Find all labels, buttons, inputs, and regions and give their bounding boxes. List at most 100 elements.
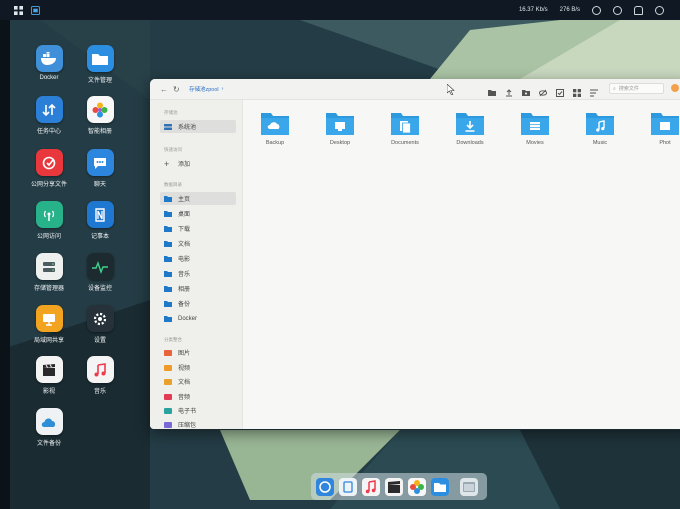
file-manager-icon[interactable] xyxy=(431,478,449,496)
sidebar-section-categories: 分类整合 xyxy=(164,337,182,342)
sidebar-item-audio[interactable]: 音频 xyxy=(160,390,236,403)
desktop-icon-label: 设置 xyxy=(93,338,106,344)
sidebar-item-label: 图片 xyxy=(178,351,191,357)
desktop-icon-label: 公网访问 xyxy=(36,234,61,240)
grid-view-icon[interactable] xyxy=(573,84,581,97)
grid-icon[interactable] xyxy=(14,5,23,15)
cloud-upload-icon xyxy=(261,113,289,135)
sidebar-item-label: 电影 xyxy=(178,257,191,263)
back-arrow-icon[interactable]: ← xyxy=(160,85,168,94)
breadcrumb-item-zpool[interactable]: 存储池zpool xyxy=(189,85,219,93)
top-bar: 16.37 Kb/s 276 B/s xyxy=(0,0,680,20)
sidebar-item-photos[interactable]: 相册 xyxy=(160,282,236,295)
folder-share-icon[interactable] xyxy=(522,84,530,96)
desktop-icon-label: 文件备份 xyxy=(36,441,61,447)
desktop-icon-file-manager[interactable]: 文件管理 xyxy=(75,45,125,84)
refresh-icon[interactable]: ↻ xyxy=(173,85,180,94)
desktop-icon-public-share[interactable]: 公网分享文件 xyxy=(24,149,74,188)
sidebar-item-movies[interactable]: 电影 xyxy=(160,252,236,265)
new-folder-icon[interactable] xyxy=(488,84,496,96)
desktop-icon-label: Docker xyxy=(39,75,59,81)
desktop-icon-device-monitor[interactable]: 设备监控 xyxy=(75,253,125,292)
sort-icon[interactable] xyxy=(590,84,598,97)
desktop-icon-storage-manager[interactable]: 存储管理器 xyxy=(24,253,74,292)
folder-icon xyxy=(164,195,172,202)
music-icon[interactable] xyxy=(362,478,380,496)
desktop-icon-video[interactable]: 影视 xyxy=(24,356,74,395)
settings-icon[interactable] xyxy=(613,5,622,15)
search-input[interactable]: ⌕ 搜索文件 xyxy=(609,83,664,94)
folder-item-photos[interactable]: Phot xyxy=(637,110,680,146)
sidebar-item-archives[interactable]: 压缩包 xyxy=(160,418,236,429)
bell-icon[interactable] xyxy=(634,5,643,15)
window-toolbar: ← ↻ 存储池zpool › ⌕ 搜索文件 xyxy=(150,79,680,100)
network-download-speed: 16.37 Kb/s xyxy=(518,7,548,13)
folder-name: Documents xyxy=(391,140,419,146)
desktop-icon-notes[interactable]: 记事本 xyxy=(75,201,125,240)
search-placeholder: 搜索文件 xyxy=(618,86,639,92)
sidebar-section-storage: 存储池 xyxy=(164,110,178,115)
share-link-icon xyxy=(35,149,63,176)
desktop-icon-docker[interactable]: Docker xyxy=(24,45,74,81)
sidebar-item-system-pool[interactable]: 系统池 xyxy=(160,120,236,133)
dock xyxy=(311,473,487,500)
clock-icon[interactable] xyxy=(592,5,601,15)
sidebar-item-backup[interactable]: 备份 xyxy=(160,297,236,310)
app-window-icon[interactable] xyxy=(31,5,40,15)
folder-icon xyxy=(164,255,172,262)
breadcrumb: 存储池zpool › xyxy=(189,84,224,94)
window-switcher-icon[interactable] xyxy=(460,478,478,496)
upload-icon[interactable] xyxy=(505,84,513,97)
user-icon[interactable] xyxy=(655,5,664,15)
document-icon xyxy=(164,378,172,385)
select-all-icon[interactable] xyxy=(556,84,564,97)
desktop-icon-smart-album[interactable]: 智能相册 xyxy=(75,96,125,135)
video-icon[interactable] xyxy=(385,478,403,496)
sidebar-section-quick-access: 快速访问 xyxy=(164,147,182,152)
folder-icon xyxy=(164,225,172,232)
desktop-icon-settings[interactable]: 设置 xyxy=(75,305,125,344)
desktop-icon-task-center[interactable]: 任务中心 xyxy=(24,96,74,135)
desktop-icon-label: 音乐 xyxy=(93,389,106,395)
app-store-icon[interactable] xyxy=(316,478,334,496)
photo-flower-icon xyxy=(86,96,114,123)
folder-item-documents[interactable]: Documents xyxy=(377,110,433,146)
folder-item-backup[interactable]: Backup xyxy=(247,110,303,146)
folder-item-downloads[interactable]: Downloads xyxy=(442,110,498,146)
desktop-icon-public-access[interactable]: 公网访问 xyxy=(24,201,74,240)
music-note-icon xyxy=(86,356,114,383)
sidebar-item-desktop[interactable]: 桌面 xyxy=(160,207,236,220)
desktop-icon-label: 影视 xyxy=(42,389,55,395)
network-upload-speed: 276 B/s xyxy=(559,7,580,13)
task-icon[interactable] xyxy=(339,478,357,496)
archive-icon xyxy=(164,421,172,428)
lan-monitor-icon xyxy=(35,305,63,332)
window-close-dot[interactable] xyxy=(671,84,679,92)
hidden-files-icon[interactable] xyxy=(538,84,548,97)
desktop-icon-lan-share[interactable]: 局域网共享 xyxy=(24,305,74,344)
sidebar-item-music[interactable]: 音乐 xyxy=(160,267,236,280)
sidebar-item-label: 音频 xyxy=(178,395,191,401)
desktop-icon-file-backup[interactable]: 文件备份 xyxy=(24,408,74,447)
sidebar: 存储池 系统池 快速访问 + 添加 数据目录 主页 桌面 下载 文档 电影 音乐… xyxy=(150,100,243,429)
photos-icon[interactable] xyxy=(408,478,426,496)
sidebar-item-videos[interactable]: 视频 xyxy=(160,361,236,374)
sidebar-item-docs[interactable]: 文档 xyxy=(160,375,236,388)
desktop-icon-music[interactable]: 音乐 xyxy=(75,356,125,395)
sidebar-item-images[interactable]: 图片 xyxy=(160,346,236,359)
sidebar-item-add[interactable]: + 添加 xyxy=(160,157,236,170)
sidebar-item-label: 系统池 xyxy=(178,125,197,131)
sidebar-item-label: 添加 xyxy=(178,162,191,168)
sidebar-item-ebooks[interactable]: 电子书 xyxy=(160,404,236,417)
notebook-icon xyxy=(86,201,114,228)
sidebar-item-docker[interactable]: Docker xyxy=(160,312,236,325)
sidebar-item-downloads[interactable]: 下载 xyxy=(160,222,236,235)
folder-item-desktop[interactable]: Desktop xyxy=(312,110,368,146)
folder-item-music[interactable]: Music xyxy=(572,110,628,146)
storage-drive-icon xyxy=(35,253,63,280)
desktop-icon-chat[interactable]: 聊天 xyxy=(75,149,125,188)
sidebar-item-home[interactable]: 主页 xyxy=(160,192,236,205)
file-grid: Backup Desktop Documents Downloads Movie… xyxy=(243,100,680,429)
folder-item-movies[interactable]: Movies xyxy=(507,110,563,146)
sidebar-item-documents[interactable]: 文档 xyxy=(160,237,236,250)
